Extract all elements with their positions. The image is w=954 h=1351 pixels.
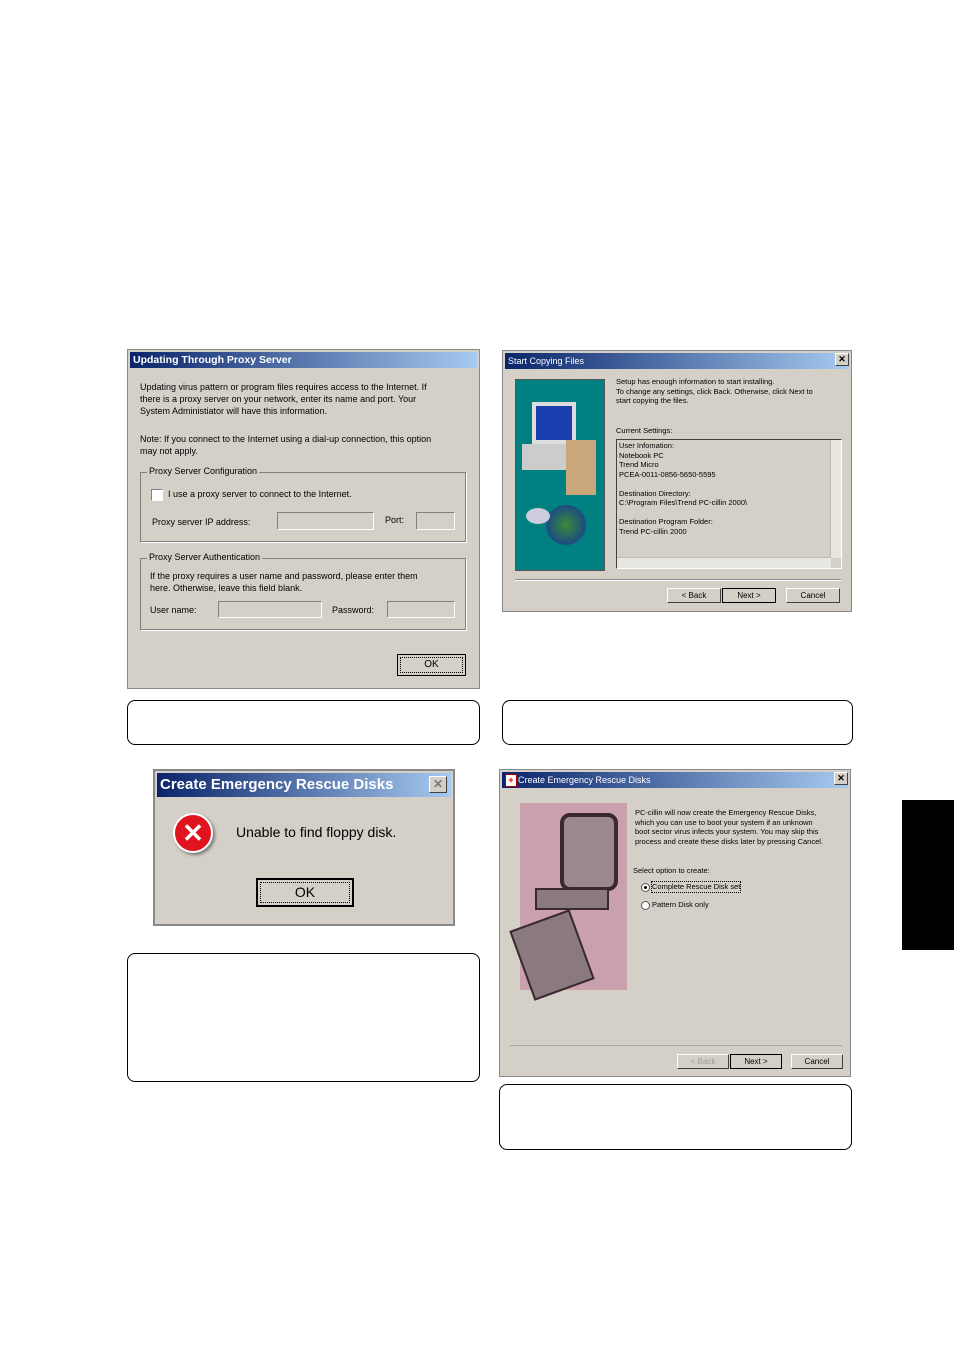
vertical-scrollbar[interactable] xyxy=(830,440,841,558)
ok-button[interactable]: OK xyxy=(256,878,354,907)
port-label: Port: xyxy=(385,515,405,525)
settings-text: User Infomation: Notebook PC Trend Micro… xyxy=(619,441,748,536)
user-input[interactable] xyxy=(218,601,322,618)
caption-box xyxy=(499,1084,852,1150)
proxy-dialog: Updating Through Proxy Server Updating v… xyxy=(127,349,480,689)
proxy-auth-group: Proxy Server Authentication If the proxy… xyxy=(140,552,466,630)
divider xyxy=(515,579,841,581)
error-message: Unable to find floppy disk. xyxy=(236,824,397,840)
password-label: Password: xyxy=(332,605,375,615)
back-button[interactable]: < Back xyxy=(677,1054,729,1069)
horizontal-scrollbar[interactable] xyxy=(617,557,831,568)
option-label-pattern[interactable]: Pattern Disk only xyxy=(652,900,709,910)
group-label: Proxy Server Configuration xyxy=(147,466,260,476)
dialog-title: Updating Through Proxy Server xyxy=(130,352,477,368)
option-label-complete[interactable]: Complete Rescue Disk set xyxy=(650,881,742,893)
ip-label: Proxy server IP address: xyxy=(152,517,251,527)
note-text: Note: If you connect to the Internet usi… xyxy=(140,434,432,456)
rescue-dialog: Create Emergency Rescue Disks + ✕ PC-cil… xyxy=(499,769,851,1077)
auth-text: If the proxy requires a user name and pa… xyxy=(150,571,418,593)
chapter-tab xyxy=(902,800,954,950)
user-label: User name: xyxy=(150,605,197,615)
settings-box[interactable]: User Infomation: Notebook PC Trend Micro… xyxy=(616,439,842,569)
password-input[interactable] xyxy=(387,601,455,618)
current-settings-label: Current Settings: xyxy=(616,426,673,435)
error-dialog: Create Emergency Rescue Disks ✕ ✕ Unable… xyxy=(153,769,455,926)
cancel-button[interactable]: Cancel xyxy=(791,1054,843,1069)
intro-text: Setup has enough information to start in… xyxy=(616,377,813,405)
group-label: Proxy Server Authentication xyxy=(147,552,263,562)
dialog-title: Create Emergency Rescue Disks xyxy=(157,773,451,797)
dialog-title: Create Emergency Rescue Disks xyxy=(502,772,848,788)
checkbox-label: I use a proxy server to connect to the I… xyxy=(168,489,352,499)
next-button[interactable]: Next > xyxy=(730,1054,782,1069)
close-icon[interactable]: ✕ xyxy=(429,776,447,793)
intro-text: Updating virus pattern or program files … xyxy=(140,382,427,416)
option-radio-pattern[interactable] xyxy=(641,901,650,910)
select-label: Select option to create: xyxy=(633,866,710,875)
option-radio-complete[interactable] xyxy=(641,883,650,892)
caption-box xyxy=(127,953,480,1082)
proxy-config-group: Proxy Server Configuration I use a proxy… xyxy=(140,466,466,542)
back-button[interactable]: < Back xyxy=(667,588,721,603)
caption-box xyxy=(127,700,480,745)
rescue-illustration xyxy=(509,803,627,1001)
next-button[interactable]: Next > xyxy=(722,588,776,603)
ok-button[interactable]: OK xyxy=(397,654,466,676)
rescue-app-icon: + xyxy=(505,774,517,787)
port-input[interactable] xyxy=(416,512,455,530)
close-icon[interactable]: ✕ xyxy=(835,353,849,366)
cancel-button[interactable]: Cancel xyxy=(786,588,840,603)
intro-text: PC-cillin will now create the Emergency … xyxy=(635,808,824,846)
proxy-checkbox[interactable] xyxy=(151,489,163,501)
close-icon[interactable]: ✕ xyxy=(834,772,848,785)
caption-box xyxy=(502,700,853,745)
copy-dialog: Start Copying Files ✕ Setup has enough i… xyxy=(502,350,852,612)
ip-input[interactable] xyxy=(277,512,374,530)
error-icon: ✕ xyxy=(173,813,213,853)
divider xyxy=(510,1045,842,1046)
dialog-title: Start Copying Files xyxy=(505,353,849,369)
setup-illustration xyxy=(515,379,605,571)
